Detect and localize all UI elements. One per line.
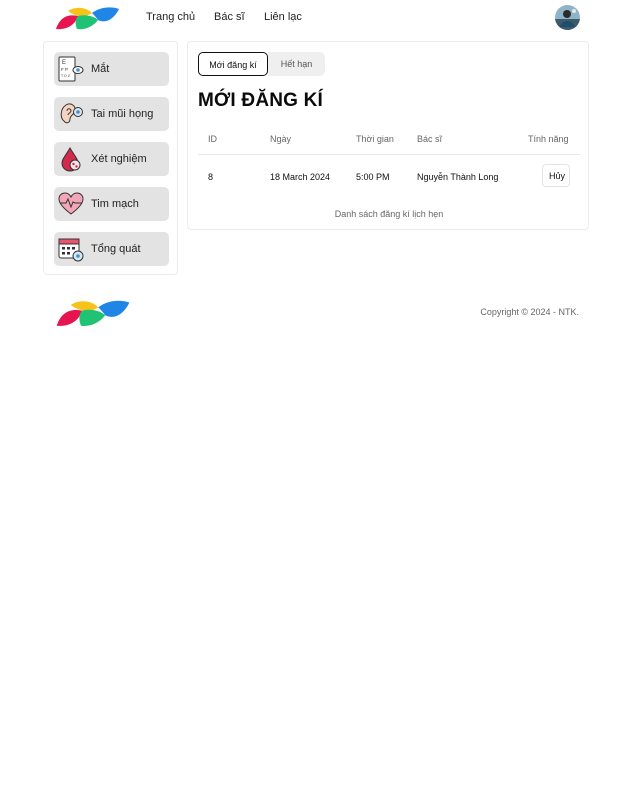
- brand-logo[interactable]: [54, 5, 120, 36]
- svg-text:T O Z: T O Z: [61, 74, 71, 78]
- column-header-date: Ngày: [270, 134, 292, 144]
- calendar-icon: [58, 236, 84, 262]
- table-caption: Danh sách đăng kí lịch hẹn: [334, 209, 444, 219]
- heartbeat-icon: [58, 191, 84, 217]
- cell-id: 8: [208, 172, 214, 182]
- sidebar-item-label: Tai mũi họng: [91, 108, 154, 120]
- sidebar-item-label: Tim mạch: [91, 198, 139, 210]
- user-avatar[interactable]: [555, 5, 580, 30]
- sidebar-item-lab-test[interactable]: Xét nghiệm: [54, 142, 169, 176]
- sidebar-item-label: Tổng quát: [91, 243, 141, 255]
- copyright-text: Copyright © 2024 - NTK.: [480, 307, 579, 317]
- svg-text:F P: F P: [61, 67, 68, 72]
- tab-new-registrations[interactable]: Mới đăng kí: [198, 52, 268, 76]
- cell-date: 18 March 2024: [270, 172, 331, 182]
- nav-link-doctors[interactable]: Bác sĩ: [214, 11, 245, 23]
- eye-chart-icon: E F P T O Z: [58, 56, 84, 82]
- svg-text:E: E: [62, 60, 66, 66]
- blood-drop-icon: [58, 146, 84, 172]
- cancel-appointment-button[interactable]: Hủy: [542, 164, 570, 187]
- sidebar-item-cardiology[interactable]: Tim mạch: [54, 187, 169, 221]
- column-header-doctor: Bác sĩ: [417, 134, 443, 144]
- sidebar-item-label: Mắt: [91, 63, 110, 75]
- page-title: MỚI ĐĂNG KÍ: [198, 90, 324, 111]
- footer-logo[interactable]: [54, 298, 131, 333]
- ear-icon: [58, 101, 84, 127]
- top-navbar: Trang chủ Bác sĩ Liên lạc: [0, 0, 633, 36]
- tab-expired[interactable]: Hết hạn: [268, 52, 325, 76]
- category-sidebar: E F P T O Z Mắt Tai mũi họng Xét nghiệm …: [43, 41, 178, 275]
- sidebar-item-label: Xét nghiệm: [91, 153, 147, 165]
- column-header-id: ID: [208, 134, 217, 144]
- sidebar-item-ent[interactable]: Tai mũi họng: [54, 97, 169, 131]
- nav-link-contact[interactable]: Liên lạc: [264, 11, 302, 23]
- table-divider: [198, 154, 580, 155]
- cell-time: 5:00 PM: [356, 172, 390, 182]
- column-header-actions: Tính năng: [528, 134, 569, 144]
- nav-link-home[interactable]: Trang chủ: [146, 11, 195, 23]
- sidebar-item-general[interactable]: Tổng quát: [54, 232, 169, 266]
- cell-doctor: Nguyễn Thành Long: [417, 172, 499, 182]
- sidebar-item-eye[interactable]: E F P T O Z Mắt: [54, 52, 169, 86]
- appointments-panel: Hết hạn Mới đăng kí MỚI ĐĂNG KÍ ID Ngày …: [187, 41, 589, 230]
- column-header-time: Thời gian: [356, 134, 394, 144]
